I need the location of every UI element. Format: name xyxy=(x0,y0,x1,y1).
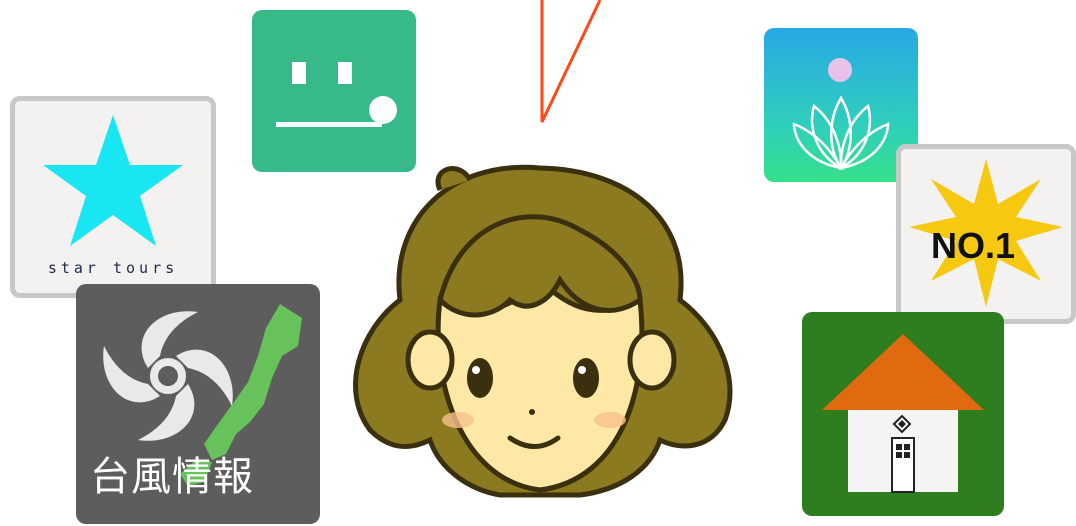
red-v-line xyxy=(540,0,602,123)
house-icon xyxy=(822,334,984,493)
app-chat[interactable] xyxy=(252,10,416,172)
app-lotus[interactable] xyxy=(764,28,918,182)
girl-face-illustration xyxy=(353,164,733,498)
lotus-icon xyxy=(792,58,890,171)
typhoon-info-label: 台風情報 xyxy=(90,454,254,500)
no1-label: NO.1 xyxy=(931,225,1016,266)
app-typhoon-info[interactable]: 台風情報 xyxy=(76,284,320,524)
face-dots-icon xyxy=(276,62,397,127)
app-no1[interactable]: NO.1 xyxy=(896,144,1076,324)
app-star-tours[interactable]: star tours xyxy=(10,96,216,298)
star-tours-label: star tours xyxy=(47,259,179,277)
app-home[interactable] xyxy=(802,312,1004,516)
star-icon xyxy=(43,115,183,246)
